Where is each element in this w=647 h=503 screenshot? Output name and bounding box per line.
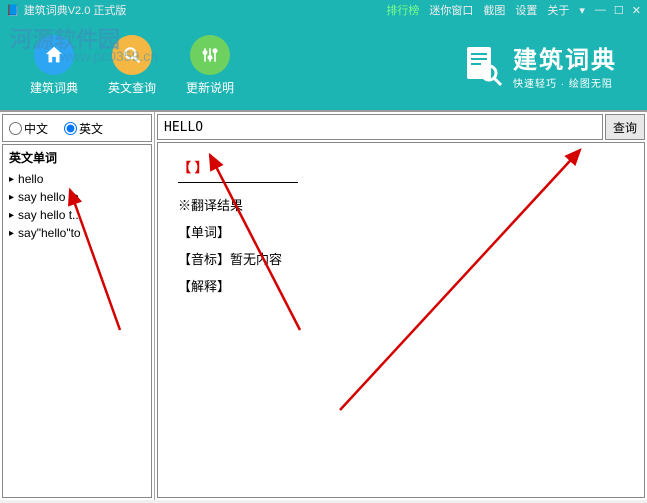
nav-english-query[interactable]: 英文查询	[108, 35, 156, 96]
search-button[interactable]: 查询	[605, 114, 645, 140]
result-explain-label: 【解释】	[178, 276, 624, 295]
list-item[interactable]: say"hello"to	[3, 224, 151, 242]
home-icon	[34, 35, 74, 75]
menu-mini[interactable]: 迷你窗口	[429, 2, 473, 18]
search-icon	[112, 35, 152, 75]
list-item[interactable]: say hello t...	[3, 206, 151, 224]
right-panel: 查询 【 】 ※翻译结果 【单词】 【音标】暂无内容 【解释】	[155, 112, 647, 500]
menu-settings[interactable]: 设置	[515, 2, 537, 18]
nav-updates[interactable]: 更新说明	[186, 35, 234, 96]
list-item[interactable]: say hello to	[3, 188, 151, 206]
nav-english-query-label: 英文查询	[108, 79, 156, 96]
header: 建筑词典 英文查询 更新说明 建筑词典 快速轻巧 · 绘图无阻	[0, 20, 647, 110]
minimize-button[interactable]: —	[595, 4, 606, 17]
content-area: 中文 英文 英文单词 hello say hello to say hello …	[0, 110, 647, 500]
brand-title: 建筑词典	[513, 40, 617, 75]
radio-english-label: 英文	[79, 120, 103, 137]
result-phonetic-label: 【音标】暂无内容	[178, 249, 624, 268]
search-input[interactable]	[157, 114, 603, 140]
result-title-bracket: 【 】	[178, 157, 298, 183]
maximize-button[interactable]: ☐	[614, 4, 624, 17]
app-title: 建筑词典V2.0 正式版	[24, 2, 127, 18]
close-button[interactable]: ✕	[632, 4, 641, 17]
language-radio-group: 中文 英文	[2, 114, 152, 142]
about-dropdown-icon[interactable]: ▾	[579, 4, 585, 17]
menu-screenshot[interactable]: 截图	[483, 2, 505, 18]
result-word-label: 【单词】	[178, 222, 624, 241]
nav-updates-label: 更新说明	[186, 79, 234, 96]
brand-icon	[461, 43, 505, 87]
titlebar: 📘 建筑词典V2.0 正式版 排行榜 迷你窗口 截图 设置 关于 ▾ — ☐ ✕	[0, 0, 647, 20]
radio-english[interactable]: 英文	[64, 120, 103, 137]
search-row: 查询	[157, 114, 645, 140]
left-panel: 中文 英文 英文单词 hello say hello to say hello …	[0, 112, 155, 500]
word-list[interactable]: 英文单词 hello say hello to say hello t... s…	[2, 144, 152, 498]
result-box: 【 】 ※翻译结果 【单词】 【音标】暂无内容 【解释】	[157, 142, 645, 498]
brand: 建筑词典 快速轻巧 · 绘图无阻	[461, 40, 617, 90]
nav-dictionary-label: 建筑词典	[30, 79, 78, 96]
radio-chinese[interactable]: 中文	[9, 120, 48, 137]
list-item[interactable]: hello	[3, 170, 151, 188]
menu-rank[interactable]: 排行榜	[386, 2, 419, 18]
menu-about[interactable]: 关于	[547, 2, 569, 18]
sliders-icon	[190, 35, 230, 75]
translation-header: ※翻译结果	[178, 195, 624, 214]
app-icon: 📘	[6, 4, 20, 17]
word-list-header: 英文单词	[3, 145, 151, 170]
radio-chinese-label: 中文	[24, 120, 48, 137]
brand-subtitle: 快速轻巧 · 绘图无阻	[513, 75, 617, 90]
nav-dictionary[interactable]: 建筑词典	[30, 35, 78, 96]
